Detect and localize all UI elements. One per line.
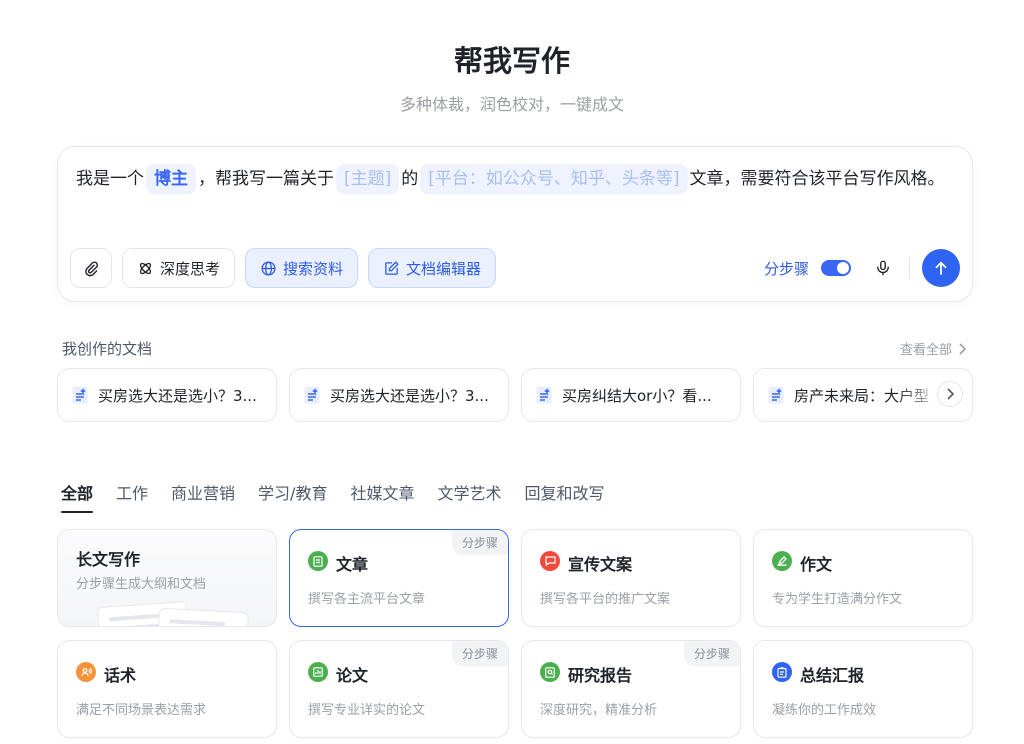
document-icon (304, 386, 320, 404)
search-label: 搜索资料 (283, 259, 344, 278)
card-desc: 分步骤生成大纲和文档 (76, 577, 207, 592)
send-button[interactable] (922, 249, 960, 287)
divider (909, 257, 910, 279)
chevron-right-icon (947, 388, 954, 400)
deep-think-label: 深度思考 (160, 259, 221, 278)
card-title: 总结汇报 (800, 666, 865, 685)
view-all-label: 查看全部 (899, 343, 952, 358)
doc-editor-label: 文档编辑器 (406, 259, 482, 278)
tab-marketing[interactable]: 商业营销 (171, 480, 235, 513)
card-desc: 撰写专业详实的论文 (308, 703, 426, 718)
microphone-icon (877, 260, 889, 276)
step-toggle[interactable] (821, 260, 851, 276)
category-tabs: 全部 工作 商业营销 学习/教育 社媒文章 文学艺术 回复和改写 (61, 480, 605, 513)
toggle-knob (837, 262, 849, 274)
clipboard-icon (772, 662, 792, 682)
prompt-text[interactable]: 我是一个 博主 ，帮我写一篇关于 [主题] 的 [平台：如公众号、知乎、头条等] 文章，需要… (76, 163, 956, 195)
tab-education[interactable]: 学习/教育 (258, 480, 327, 513)
step-badge: 分步骤 (683, 641, 740, 666)
my-docs-label: 我创作的文档 (62, 340, 153, 358)
doc-card[interactable]: 买房选大还是选小？3... (289, 368, 509, 422)
tab-reply-rewrite[interactable]: 回复和改写 (524, 480, 604, 513)
role-chip[interactable]: 博主 (146, 164, 196, 194)
topic-slot-chip[interactable]: [主题] (336, 164, 400, 194)
prompt-text-part: 文章，需要符合该平台写作风格。 (689, 169, 945, 189)
step-badge: 分步骤 (451, 530, 508, 555)
bar-chart-icon (308, 662, 328, 682)
speaking-person-icon (76, 662, 96, 682)
card-title: 研究报告 (568, 666, 633, 685)
search-button[interactable]: 搜索资料 (245, 248, 359, 288)
prompt-composer[interactable]: 我是一个 博主 ，帮我写一篇关于 [主题] 的 [平台：如公众号、知乎、头条等] 文章，需要… (57, 146, 973, 302)
card-desc: 深度研究，精准分析 (540, 703, 658, 718)
tab-literature[interactable]: 文学艺术 (437, 480, 501, 513)
tab-work[interactable]: 工作 (116, 480, 148, 513)
step-toggle-label: 分步骤 (763, 259, 809, 278)
composer-right-tools: 分步骤 (764, 248, 960, 288)
report-search-icon (540, 662, 560, 682)
card-desc: 凝练你的工作成效 (772, 703, 877, 718)
article-icon (308, 551, 328, 571)
card-title: 宣传文案 (568, 555, 633, 574)
card-title: 话术 (104, 666, 137, 685)
atom-icon (139, 262, 152, 274)
card-research-report[interactable]: 分步骤 研究报告 深度研究，精准分析 (521, 640, 741, 738)
page-title: 帮我写作 (453, 44, 570, 78)
page-subtitle: 多种体裁，润色校对，一键成文 (399, 95, 624, 114)
prompt-text-part: 的 (401, 169, 419, 189)
card-summary-report[interactable]: 总结汇报 凝练你的工作成效 (753, 640, 973, 738)
card-speech[interactable]: 话术 满足不同场景表达需求 (57, 640, 277, 738)
paperclip-icon (84, 261, 98, 276)
doc-card[interactable]: 买房纠结大or小？看... (521, 368, 741, 422)
step-badge: 分步骤 (451, 641, 508, 666)
doc-title: 买房选大还是选小？3... (98, 386, 257, 405)
card-long-writing[interactable]: 长文写作 分步骤生成大纲和文档 (57, 529, 277, 627)
card-title: 论文 (336, 666, 369, 685)
tab-social-media[interactable]: 社媒文章 (350, 480, 414, 513)
document-icon (768, 386, 784, 404)
card-title: 文章 (336, 555, 369, 574)
card-title: 作文 (800, 555, 833, 574)
prompt-text-part: 我是一个 (76, 169, 144, 189)
paper-illustration (157, 607, 249, 626)
doc-editor-button[interactable]: 文档编辑器 (368, 248, 497, 288)
deep-think-button[interactable]: 深度思考 (122, 248, 236, 288)
edit-doc-icon (385, 260, 399, 275)
doc-title: 买房纠结大or小？看... (562, 386, 712, 405)
chevron-right-icon (959, 342, 966, 355)
platform-slot-chip[interactable]: [平台：如公众号、知乎、头条等] (420, 164, 688, 194)
voice-button[interactable] (869, 254, 897, 282)
composer-toolbar: 深度思考 搜索资料 文档编辑器 (70, 248, 497, 288)
card-desc: 专为学生打造满分作文 (772, 592, 903, 607)
globe-icon (261, 260, 276, 276)
docs-scroll-right-button[interactable] (937, 381, 963, 407)
card-title: 长文写作 (76, 550, 141, 569)
document-icon (536, 386, 552, 404)
view-all-link[interactable]: 查看全部 (900, 339, 966, 358)
doc-title: 买房选大还是选小？3... (330, 386, 489, 405)
attach-button[interactable] (70, 248, 112, 288)
my-docs-list: 买房选大还是选小？3... 买房选大还是选小？3... 买房纠结大or小？看..… (57, 368, 973, 422)
card-desc: 撰写各主流平台文章 (308, 592, 426, 607)
card-desc: 满足不同场景表达需求 (76, 703, 207, 718)
doc-card[interactable]: 买房选大还是选小？3... (57, 368, 277, 422)
prompt-text-part: ，帮我写一篇关于 (198, 169, 334, 189)
card-promo-copy[interactable]: 宣传文案 撰写各平台的推广文案 (521, 529, 741, 627)
chat-bubble-icon (540, 551, 560, 571)
card-essay[interactable]: 作文 专为学生打造满分作文 (753, 529, 973, 627)
tab-all[interactable]: 全部 (61, 480, 94, 513)
pen-icon (772, 551, 792, 571)
card-desc: 撰写各平台的推广文案 (540, 592, 671, 607)
card-article[interactable]: 分步骤 文章 撰写各主流平台文章 (289, 529, 509, 627)
card-paper[interactable]: 分步骤 论文 撰写专业详实的论文 (289, 640, 509, 738)
arrow-up-icon (935, 261, 947, 275)
document-icon (72, 386, 88, 404)
